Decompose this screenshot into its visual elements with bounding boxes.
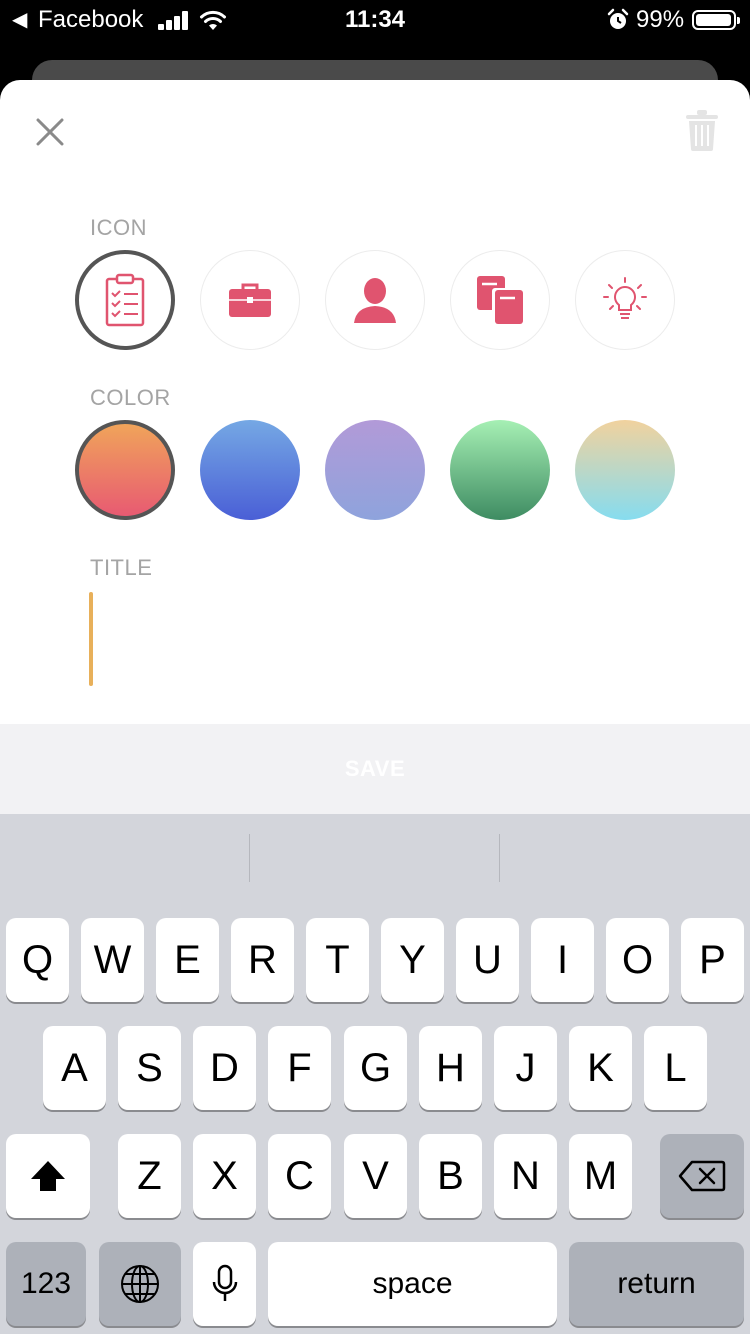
trash-icon[interactable] bbox=[682, 108, 722, 152]
key-o[interactable]: O bbox=[606, 918, 669, 1002]
color-option-ocean[interactable] bbox=[200, 420, 300, 520]
numbers-key[interactable]: 123 bbox=[6, 1242, 86, 1326]
key-s[interactable]: S bbox=[118, 1026, 181, 1110]
key-b[interactable]: B bbox=[419, 1134, 482, 1218]
color-picker bbox=[75, 420, 675, 520]
key-z[interactable]: Z bbox=[118, 1134, 181, 1218]
key-e[interactable]: E bbox=[156, 918, 219, 1002]
backspace-icon bbox=[678, 1160, 726, 1192]
briefcase-icon bbox=[229, 283, 271, 317]
color-option-lavender[interactable] bbox=[325, 420, 425, 520]
prediction-divider bbox=[249, 834, 250, 882]
title-input[interactable] bbox=[96, 592, 680, 688]
globe-key[interactable] bbox=[99, 1242, 181, 1326]
text-cursor bbox=[89, 592, 93, 686]
key-c[interactable]: C bbox=[268, 1134, 331, 1218]
key-d[interactable]: D bbox=[193, 1026, 256, 1110]
icon-option-briefcase[interactable] bbox=[200, 250, 300, 350]
icon-option-lightbulb[interactable] bbox=[575, 250, 675, 350]
color-option-peach-sky[interactable] bbox=[575, 420, 675, 520]
key-n[interactable]: N bbox=[494, 1134, 557, 1218]
key-g[interactable]: G bbox=[344, 1026, 407, 1110]
books-icon bbox=[477, 276, 523, 324]
battery-percent: 99% bbox=[636, 6, 685, 33]
save-button-label: SAVE bbox=[344, 756, 406, 781]
key-a[interactable]: A bbox=[43, 1026, 106, 1110]
icon-option-books[interactable] bbox=[450, 250, 550, 350]
key-j[interactable]: J bbox=[494, 1026, 557, 1110]
microphone-key[interactable] bbox=[193, 1242, 256, 1326]
key-y[interactable]: Y bbox=[381, 918, 444, 1002]
shift-key[interactable] bbox=[6, 1134, 90, 1218]
microphone-icon bbox=[212, 1264, 237, 1301]
key-h[interactable]: H bbox=[419, 1026, 482, 1110]
key-p[interactable]: P bbox=[681, 918, 744, 1002]
key-r[interactable]: R bbox=[231, 918, 294, 1002]
key-m[interactable]: M bbox=[569, 1134, 632, 1218]
key-k[interactable]: K bbox=[569, 1026, 632, 1110]
return-key[interactable]: return bbox=[569, 1242, 744, 1326]
shift-icon bbox=[31, 1161, 65, 1191]
lightbulb-icon bbox=[603, 277, 647, 319]
alarm-icon bbox=[607, 8, 629, 29]
space-key[interactable]: space bbox=[268, 1242, 557, 1326]
backspace-key[interactable] bbox=[660, 1134, 744, 1218]
person-icon bbox=[354, 278, 396, 323]
close-icon[interactable] bbox=[30, 112, 70, 152]
key-f[interactable]: F bbox=[268, 1026, 331, 1110]
key-i[interactable]: I bbox=[531, 918, 594, 1002]
prediction-divider bbox=[499, 834, 500, 882]
globe-icon bbox=[121, 1265, 159, 1303]
key-w[interactable]: W bbox=[81, 918, 144, 1002]
keyboard: Q W E R T Y U I O P A S D F G H J K L Z … bbox=[0, 814, 750, 1334]
color-option-mint[interactable] bbox=[450, 420, 550, 520]
title-section-label: TITLE bbox=[90, 555, 153, 580]
save-button[interactable]: SAVE bbox=[0, 724, 750, 814]
clipboard-checklist-icon bbox=[105, 273, 145, 327]
key-v[interactable]: V bbox=[344, 1134, 407, 1218]
status-bar: ◀ Facebook 11:34 99% bbox=[0, 0, 750, 44]
icon-option-person[interactable] bbox=[325, 250, 425, 350]
key-t[interactable]: T bbox=[306, 918, 369, 1002]
icon-section-label: ICON bbox=[90, 215, 147, 240]
key-u[interactable]: U bbox=[456, 918, 519, 1002]
edit-sheet: ICON COLOR TITLE bbox=[0, 80, 750, 724]
icon-picker bbox=[75, 250, 675, 350]
key-l[interactable]: L bbox=[644, 1026, 707, 1110]
key-q[interactable]: Q bbox=[6, 918, 69, 1002]
battery-icon bbox=[692, 10, 740, 30]
color-option-sunset[interactable] bbox=[75, 420, 175, 520]
icon-option-clipboard[interactable] bbox=[75, 250, 175, 350]
key-x[interactable]: X bbox=[193, 1134, 256, 1218]
color-section-label: COLOR bbox=[90, 385, 171, 410]
